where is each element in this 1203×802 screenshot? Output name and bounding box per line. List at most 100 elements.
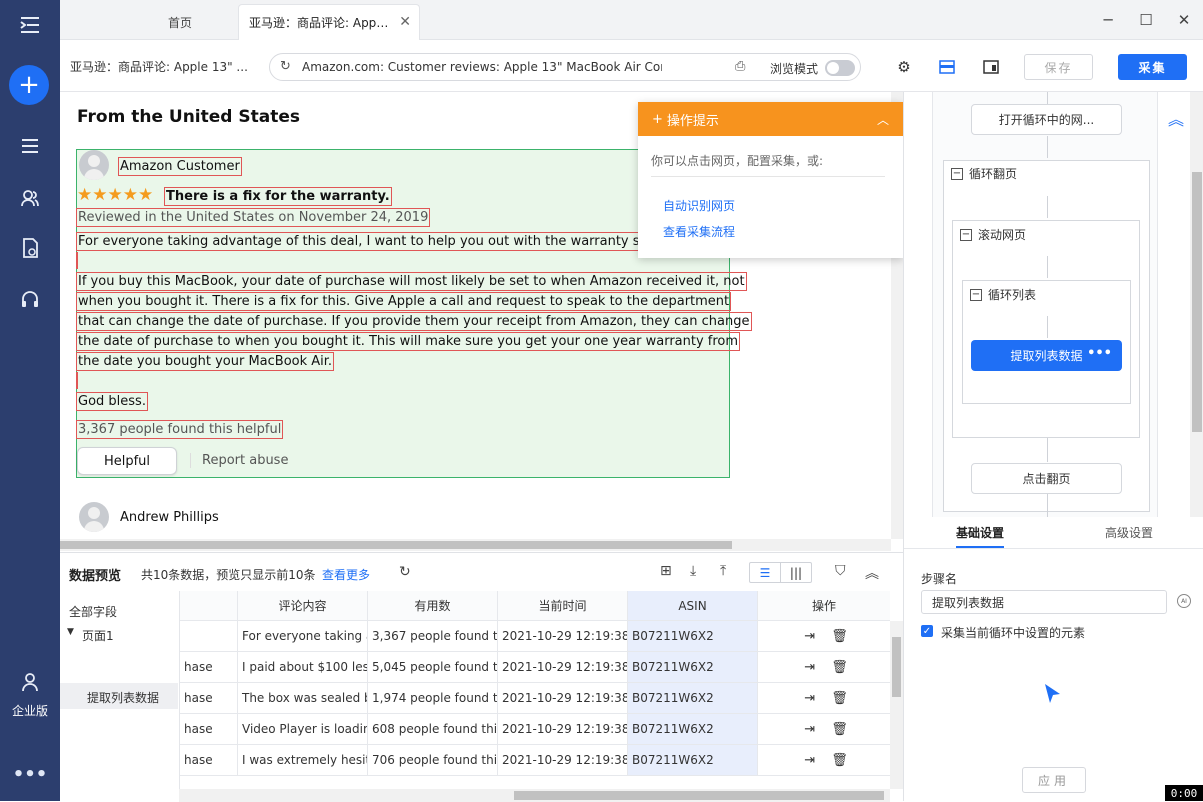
table-cell[interactable]: I paid about $100 les... <box>238 652 368 683</box>
tab-task[interactable]: 亚马逊：商品评论: Apple 13" MacBook Air Core i5.… <box>238 4 420 40</box>
collapse-group-icon[interactable]: − <box>951 167 963 180</box>
delete-icon[interactable]: 🗑 <box>831 629 848 644</box>
scroll-thumb[interactable] <box>892 637 901 697</box>
flow-node-extract-list[interactable]: 提取列表数据 ••• <box>971 340 1122 371</box>
tab-home[interactable]: 首页 <box>120 4 240 40</box>
helpful-count[interactable]: 3,367 people found this helpful <box>76 420 284 439</box>
review-empty-line[interactable] <box>76 252 78 269</box>
collect-button[interactable]: 采集 <box>1118 54 1187 80</box>
review-text-line[interactable]: that can change the date of purchase. If… <box>76 312 752 331</box>
delete-icon[interactable]: 🗑 <box>831 722 848 737</box>
collect-loop-checkbox[interactable]: ✓ <box>921 625 933 637</box>
minimize-icon[interactable]: ─ <box>1096 8 1120 32</box>
import-icon[interactable]: ⤓ <box>690 563 696 579</box>
tree-extract-list[interactable]: 提取列表数据 <box>87 689 159 706</box>
star-rating[interactable]: ★★★★★ <box>77 185 153 205</box>
menu-collapse-icon[interactable] <box>0 5 60 45</box>
scroll-thumb[interactable] <box>1192 172 1202 432</box>
delete-icon[interactable]: 🗑 <box>831 691 848 706</box>
list-view-icon[interactable]: ☰ <box>750 563 780 582</box>
review-closing[interactable]: God bless. <box>76 392 148 411</box>
scroll-top-icon[interactable]: ︽ <box>1168 106 1184 130</box>
collapse-group-icon[interactable]: − <box>960 228 972 241</box>
review-text-line[interactable]: the date of purchase to when you bought … <box>76 332 741 351</box>
table-cell[interactable]: B07211W6X2 <box>628 683 758 714</box>
table-cell[interactable]: 2021-10-29 12:19:38.... <box>498 652 628 683</box>
scroll-thumb[interactable] <box>60 541 732 549</box>
table-cell[interactable]: B07211W6X2 <box>628 652 758 683</box>
document-icon[interactable] <box>0 228 60 268</box>
user-icon[interactable] <box>0 662 60 702</box>
filter-icon[interactable]: ⛉ <box>835 563 846 579</box>
enterprise-label[interactable]: 企业版 <box>0 702 60 719</box>
review-text-line[interactable]: when you bought it. There is a fix for t… <box>76 292 732 311</box>
page-export-icon[interactable]: ⎙ <box>735 59 745 74</box>
review-date[interactable]: Reviewed in the United States on Novembe… <box>76 208 431 227</box>
table-vertical-scrollbar[interactable] <box>890 621 903 789</box>
export-icon[interactable]: ⤒ <box>720 563 726 579</box>
review-text-line[interactable]: For everyone taking advantage of this de… <box>76 232 638 251</box>
url-text[interactable]: Amazon.com: Customer reviews: Apple 13" … <box>302 60 662 74</box>
collapse-icon[interactable]: ︽ <box>865 563 879 583</box>
step-name-input[interactable]: 提取列表数据 <box>921 590 1167 614</box>
locate-icon[interactable]: ⇥ <box>804 660 815 675</box>
page-heading[interactable]: From the United States <box>77 107 300 127</box>
column-view-icon[interactable]: ||| <box>780 563 811 582</box>
window-close-icon[interactable]: ✕ <box>1172 8 1196 32</box>
add-field-icon[interactable]: ⊞ <box>660 563 672 579</box>
review-author[interactable]: Andrew Phillips <box>120 510 219 525</box>
tab-advanced-settings[interactable]: 高级设置 <box>1105 524 1153 541</box>
view-toggle[interactable]: ☰ ||| <box>749 562 812 583</box>
settings-gear-icon[interactable]: ⚙ <box>893 56 915 78</box>
flow-scrollbar[interactable] <box>1190 92 1203 517</box>
new-task-button[interactable]: + <box>9 65 49 105</box>
table-cell[interactable]: 2021-10-29 12:19:38.... <box>498 621 628 652</box>
expand-icon[interactable]: ▼ <box>67 627 74 637</box>
column-header[interactable]: ASIN <box>628 591 758 621</box>
column-header[interactable] <box>180 591 238 621</box>
url-bar[interactable]: ↻ Amazon.com: Customer reviews: Apple 13… <box>269 53 861 81</box>
view-flow-link[interactable]: 查看采集流程 <box>663 223 735 240</box>
locate-icon[interactable]: ⇥ <box>804 753 815 768</box>
tree-all-fields[interactable]: 全部字段 <box>69 603 117 620</box>
table-cell[interactable]: B07211W6X2 <box>628 621 758 652</box>
column-header[interactable]: 评论内容 <box>238 591 368 621</box>
column-header[interactable]: 操作 <box>758 591 890 621</box>
column-header[interactable]: 当前时间 <box>498 591 628 621</box>
flow-node-click-next[interactable]: 点击翻页 <box>971 463 1122 494</box>
checkbox-label[interactable]: 采集当前循环中设置的元素 <box>941 624 1085 641</box>
table-horizontal-scrollbar[interactable] <box>179 789 890 802</box>
column-header[interactable]: 有用数 <box>368 591 498 621</box>
table-cell[interactable]: The box was sealed b... <box>238 683 368 714</box>
locate-icon[interactable]: ⇥ <box>804 691 815 706</box>
help-icon[interactable]: AI <box>1177 594 1191 608</box>
helpful-button[interactable]: Helpful <box>77 447 177 475</box>
table-cell[interactable]: hase <box>180 652 238 683</box>
flow-group-label[interactable]: − 循环翻页 <box>951 165 1017 182</box>
delete-icon[interactable]: 🗑 <box>831 660 848 675</box>
more-icon[interactable]: ••• <box>1087 346 1112 361</box>
report-abuse-link[interactable]: Report abuse <box>190 453 288 468</box>
table-cell[interactable]: 2021-10-29 12:19:38.... <box>498 745 628 776</box>
auto-detect-link[interactable]: 自动识别网页 <box>663 197 735 214</box>
view-more-link[interactable]: 查看更多 <box>322 566 370 583</box>
table-cell[interactable]: 5,045 people found t... <box>368 652 498 683</box>
page-horizontal-scrollbar[interactable] <box>60 539 891 551</box>
table-cell[interactable]: B07211W6X2 <box>628 714 758 745</box>
table-cell[interactable]: 1,974 people found t... <box>368 683 498 714</box>
collapse-icon[interactable]: ︿ <box>877 111 889 128</box>
refresh-icon[interactable]: ↻ <box>399 564 411 580</box>
review-empty-line[interactable] <box>76 372 78 389</box>
close-icon[interactable]: ✕ <box>399 14 411 30</box>
review-title[interactable]: There is a fix for the warranty. <box>164 187 392 206</box>
table-cell[interactable]: hase <box>180 745 238 776</box>
table-cell[interactable]: hase <box>180 714 238 745</box>
hint-header[interactable]: + 操作提示 ︿ <box>638 102 903 136</box>
table-cell[interactable]: 706 people found thi... <box>368 745 498 776</box>
flow-group-label[interactable]: − 滚动网页 <box>960 226 1026 243</box>
users-icon[interactable] <box>0 178 60 218</box>
review-author[interactable]: Amazon Customer <box>118 157 242 176</box>
maximize-icon[interactable]: ☐ <box>1134 8 1158 32</box>
more-icon[interactable]: ••• <box>0 754 60 794</box>
task-list-icon[interactable] <box>0 126 60 166</box>
